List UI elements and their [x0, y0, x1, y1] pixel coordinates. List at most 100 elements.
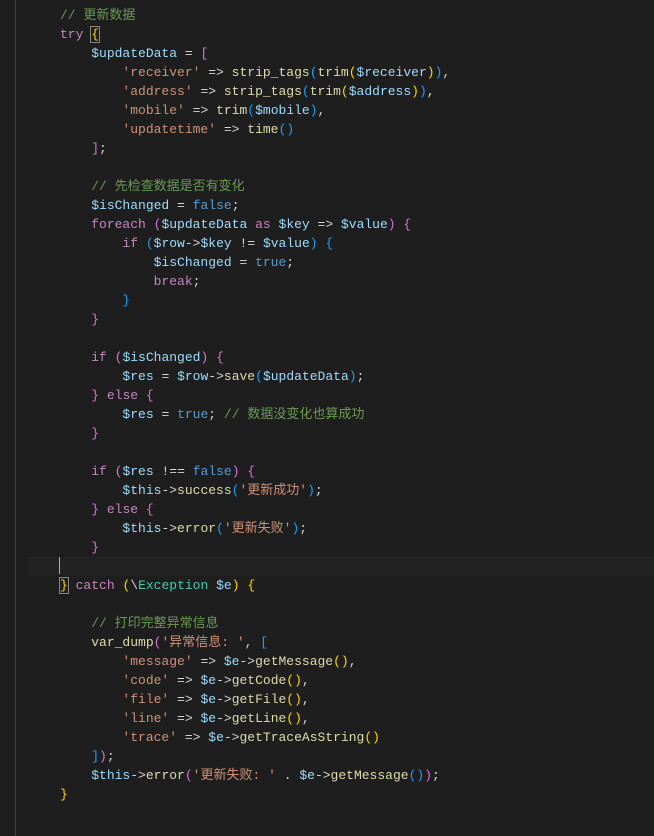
method: success — [177, 483, 232, 498]
code-line[interactable]: // 打印完整异常信息 — [28, 614, 654, 633]
code-line[interactable]: try { — [28, 25, 654, 44]
code-line[interactable]: $updateData = [ — [28, 44, 654, 63]
variable: $key — [200, 236, 231, 251]
variable: $receiver — [357, 65, 427, 80]
code-line[interactable] — [28, 329, 654, 348]
variable: $key — [279, 217, 310, 232]
class-name: Exception — [138, 578, 208, 593]
code-line[interactable]: 'address' => strip_tags(trim($address)), — [28, 82, 654, 101]
variable: $value — [341, 217, 388, 232]
keyword-if: if — [91, 464, 107, 479]
method: getFile — [232, 692, 287, 707]
code-line[interactable]: 'receiver' => strip_tags(trim($receiver)… — [28, 63, 654, 82]
variable: $row — [177, 369, 208, 384]
code-line[interactable]: // 更新数据 — [28, 6, 654, 25]
string: '更新失败' — [224, 521, 292, 536]
code-line[interactable]: } else { — [28, 386, 654, 405]
variable-this: $this — [122, 521, 161, 536]
code-line[interactable]: ]); — [28, 747, 654, 766]
code-line[interactable]: ]; — [28, 139, 654, 158]
code-line[interactable]: $isChanged = true; — [28, 253, 654, 272]
code-line[interactable]: } — [28, 424, 654, 443]
variable: $isChanged — [154, 255, 232, 270]
method: save — [224, 369, 255, 384]
variable: $updateData — [263, 369, 349, 384]
code-line[interactable]: } catch (\Exception $e) { — [28, 576, 654, 595]
variable: $isChanged — [91, 198, 169, 213]
code-line[interactable]: } — [28, 785, 654, 804]
variable-this: $this — [122, 483, 161, 498]
code-line[interactable]: 'updatetime' => time() — [28, 120, 654, 139]
code-line[interactable]: 'message' => $e->getMessage(), — [28, 652, 654, 671]
code-line[interactable]: foreach ($updateData as $key => $value) … — [28, 215, 654, 234]
code-line[interactable]: if ($isChanged) { — [28, 348, 654, 367]
function: strip_tags — [224, 84, 302, 99]
variable: $e — [224, 654, 240, 669]
keyword-if: if — [91, 350, 107, 365]
code-line[interactable] — [28, 443, 654, 462]
code-line[interactable]: // 先检查数据是否有变化 — [28, 177, 654, 196]
code-line[interactable]: 'trace' => $e->getTraceAsString() — [28, 728, 654, 747]
function: strip_tags — [232, 65, 310, 80]
string: 'code' — [122, 673, 169, 688]
code-line[interactable]: break; — [28, 272, 654, 291]
code-line[interactable]: } — [28, 310, 654, 329]
variable: $updateData — [161, 217, 247, 232]
variable: $e — [200, 692, 216, 707]
code-line[interactable]: } else { — [28, 500, 654, 519]
boolean: false — [193, 464, 232, 479]
code-line[interactable]: 'mobile' => trim($mobile), — [28, 101, 654, 120]
method: error — [146, 768, 185, 783]
code-line[interactable]: 'line' => $e->getLine(), — [28, 709, 654, 728]
keyword-catch: catch — [76, 578, 115, 593]
comment: // 更新数据 — [60, 8, 135, 23]
code-line[interactable]: 'file' => $e->getFile(), — [28, 690, 654, 709]
function: trim — [310, 84, 341, 99]
method: getMessage — [331, 768, 409, 783]
code-line[interactable]: $isChanged = false; — [28, 196, 654, 215]
comment: // 数据没变化也算成功 — [224, 407, 364, 422]
variable: $e — [200, 711, 216, 726]
string: 'line' — [122, 711, 169, 726]
code-line[interactable]: } — [28, 291, 654, 310]
code-line[interactable]: } — [28, 538, 654, 557]
code-line-active[interactable] — [28, 557, 654, 576]
code-line[interactable]: $res = $row->save($updateData); — [28, 367, 654, 386]
method: error — [177, 521, 216, 536]
variable: $value — [263, 236, 310, 251]
code-line[interactable]: var_dump('异常信息: ', [ — [28, 633, 654, 652]
string: '更新成功' — [239, 483, 307, 498]
keyword-foreach: foreach — [91, 217, 146, 232]
code-line[interactable]: $this->success('更新成功'); — [28, 481, 654, 500]
code-line[interactable]: $this->error('更新失败: ' . $e->getMessage()… — [28, 766, 654, 785]
code-line[interactable]: $this->error('更新失败'); — [28, 519, 654, 538]
variable-this: $this — [91, 768, 130, 783]
method: getLine — [232, 711, 287, 726]
gutter — [0, 0, 28, 836]
variable: $mobile — [255, 103, 310, 118]
method: getTraceAsString — [239, 730, 364, 745]
text-cursor — [59, 557, 60, 574]
code-line[interactable]: $res = true; // 数据没变化也算成功 — [28, 405, 654, 424]
code-line[interactable] — [28, 595, 654, 614]
variable: $isChanged — [122, 350, 200, 365]
keyword-try: try — [60, 27, 83, 42]
comment: // 打印完整异常信息 — [91, 616, 218, 631]
function: trim — [318, 65, 349, 80]
code-line[interactable]: 'code' => $e->getCode(), — [28, 671, 654, 690]
variable: $e — [208, 730, 224, 745]
keyword-if: if — [122, 236, 138, 251]
code-line[interactable] — [28, 158, 654, 177]
variable: $updateData — [91, 46, 177, 61]
code-line[interactable]: if ($res !== false) { — [28, 462, 654, 481]
boolean: true — [255, 255, 286, 270]
brace: { — [90, 26, 100, 43]
code-editor[interactable]: // 更新数据 try { $updateData = [ 'receiver'… — [28, 0, 654, 804]
keyword-else: else — [107, 502, 138, 517]
string: 'trace' — [122, 730, 177, 745]
keyword-as: as — [255, 217, 271, 232]
variable: $e — [299, 768, 315, 783]
comment: // 先检查数据是否有变化 — [91, 179, 244, 194]
code-line[interactable]: if ($row->$key != $value) { — [28, 234, 654, 253]
string: 'receiver' — [122, 65, 200, 80]
